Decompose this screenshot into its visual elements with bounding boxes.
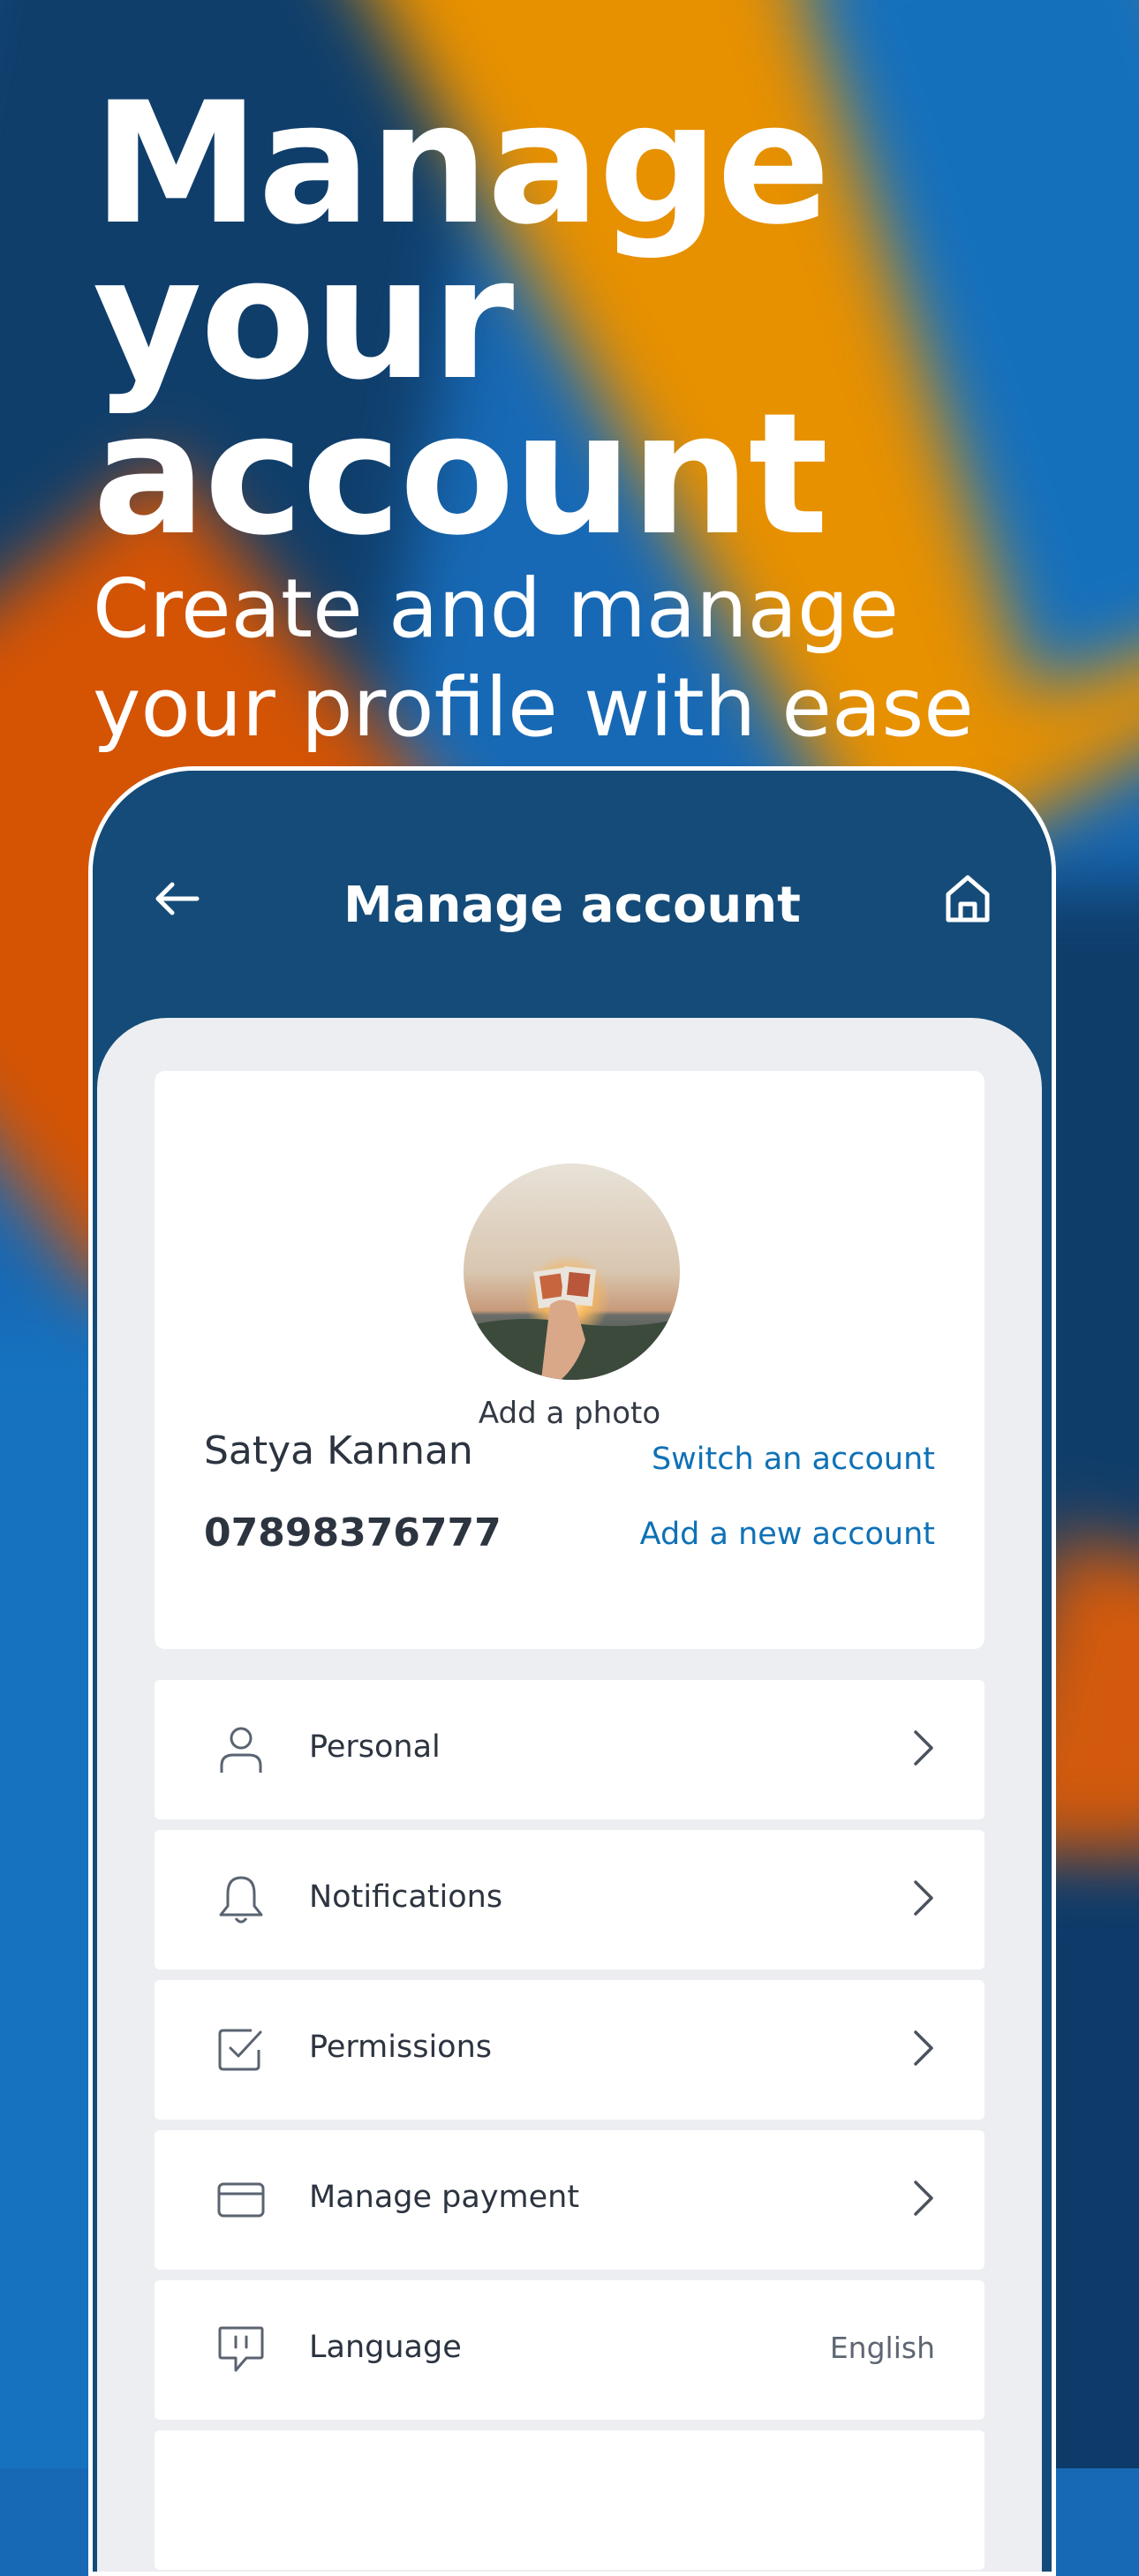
phone-frame: Manage account Add a photo Satya Kannan … <box>88 766 1056 2576</box>
promo-subtitle-line-1: Create and manage <box>93 561 899 656</box>
user-phone-number: 07898376777 <box>204 1510 502 1555</box>
card-icon <box>215 2173 268 2226</box>
menu-item-permissions[interactable]: Permissions <box>155 1980 984 2120</box>
menu-item-label: Manage payment <box>309 2180 580 2215</box>
switch-account-link[interactable]: Switch an account <box>652 1442 935 1477</box>
add-account-link[interactable]: Add a new account <box>640 1517 935 1552</box>
home-button[interactable] <box>937 868 999 930</box>
menu-item-language[interactable]: Language English <box>155 2280 984 2420</box>
bell-icon <box>215 1873 268 1926</box>
user-name: Satya Kannan <box>204 1428 473 1473</box>
content-area: Add a photo Satya Kannan 07898376777 Swi… <box>97 1018 1042 2572</box>
avatar[interactable] <box>464 1164 680 1380</box>
person-icon <box>215 1723 268 1776</box>
checkbox-icon <box>215 2023 268 2076</box>
menu-item-label: Permissions <box>309 2030 493 2065</box>
menu-item-personal[interactable]: Personal <box>155 1680 984 1819</box>
add-photo-link[interactable]: Add a photo <box>155 1396 984 1431</box>
chevron-right-icon <box>902 2177 945 2219</box>
promo-title: Manage your account <box>93 80 1082 559</box>
profile-card: Add a photo Satya Kannan 07898376777 Swi… <box>155 1071 984 1649</box>
profile-photo <box>464 1164 680 1380</box>
chevron-right-icon <box>902 1727 945 1769</box>
menu-item-notifications[interactable]: Notifications <box>155 1830 984 1970</box>
promo-subtitle-line-2: your profile with ease <box>93 660 974 755</box>
promo-headline: Manage your account Create and manage yo… <box>93 80 1082 757</box>
settings-menu: Personal Notifications Permissions Manag… <box>155 1680 984 2572</box>
menu-item-label: Personal <box>309 1729 441 1765</box>
language-value: English <box>829 2331 935 2365</box>
menu-item-manage-payment[interactable]: Manage payment <box>155 2130 984 2270</box>
chevron-right-icon <box>902 2027 945 2069</box>
chevron-right-icon <box>902 1877 945 1919</box>
promo-title-line-2: your account <box>93 222 828 572</box>
home-icon <box>946 875 990 923</box>
menu-item-partial[interactable] <box>155 2430 984 2570</box>
menu-item-label: Language <box>309 2330 462 2365</box>
chat-bubble-icon <box>215 2324 268 2376</box>
promo-subtitle: Create and manage your profile with ease <box>93 560 1082 757</box>
page-title: Manage account <box>343 877 801 934</box>
app-header: Manage account <box>93 771 1052 1036</box>
menu-item-label: Notifications <box>309 1879 503 1915</box>
